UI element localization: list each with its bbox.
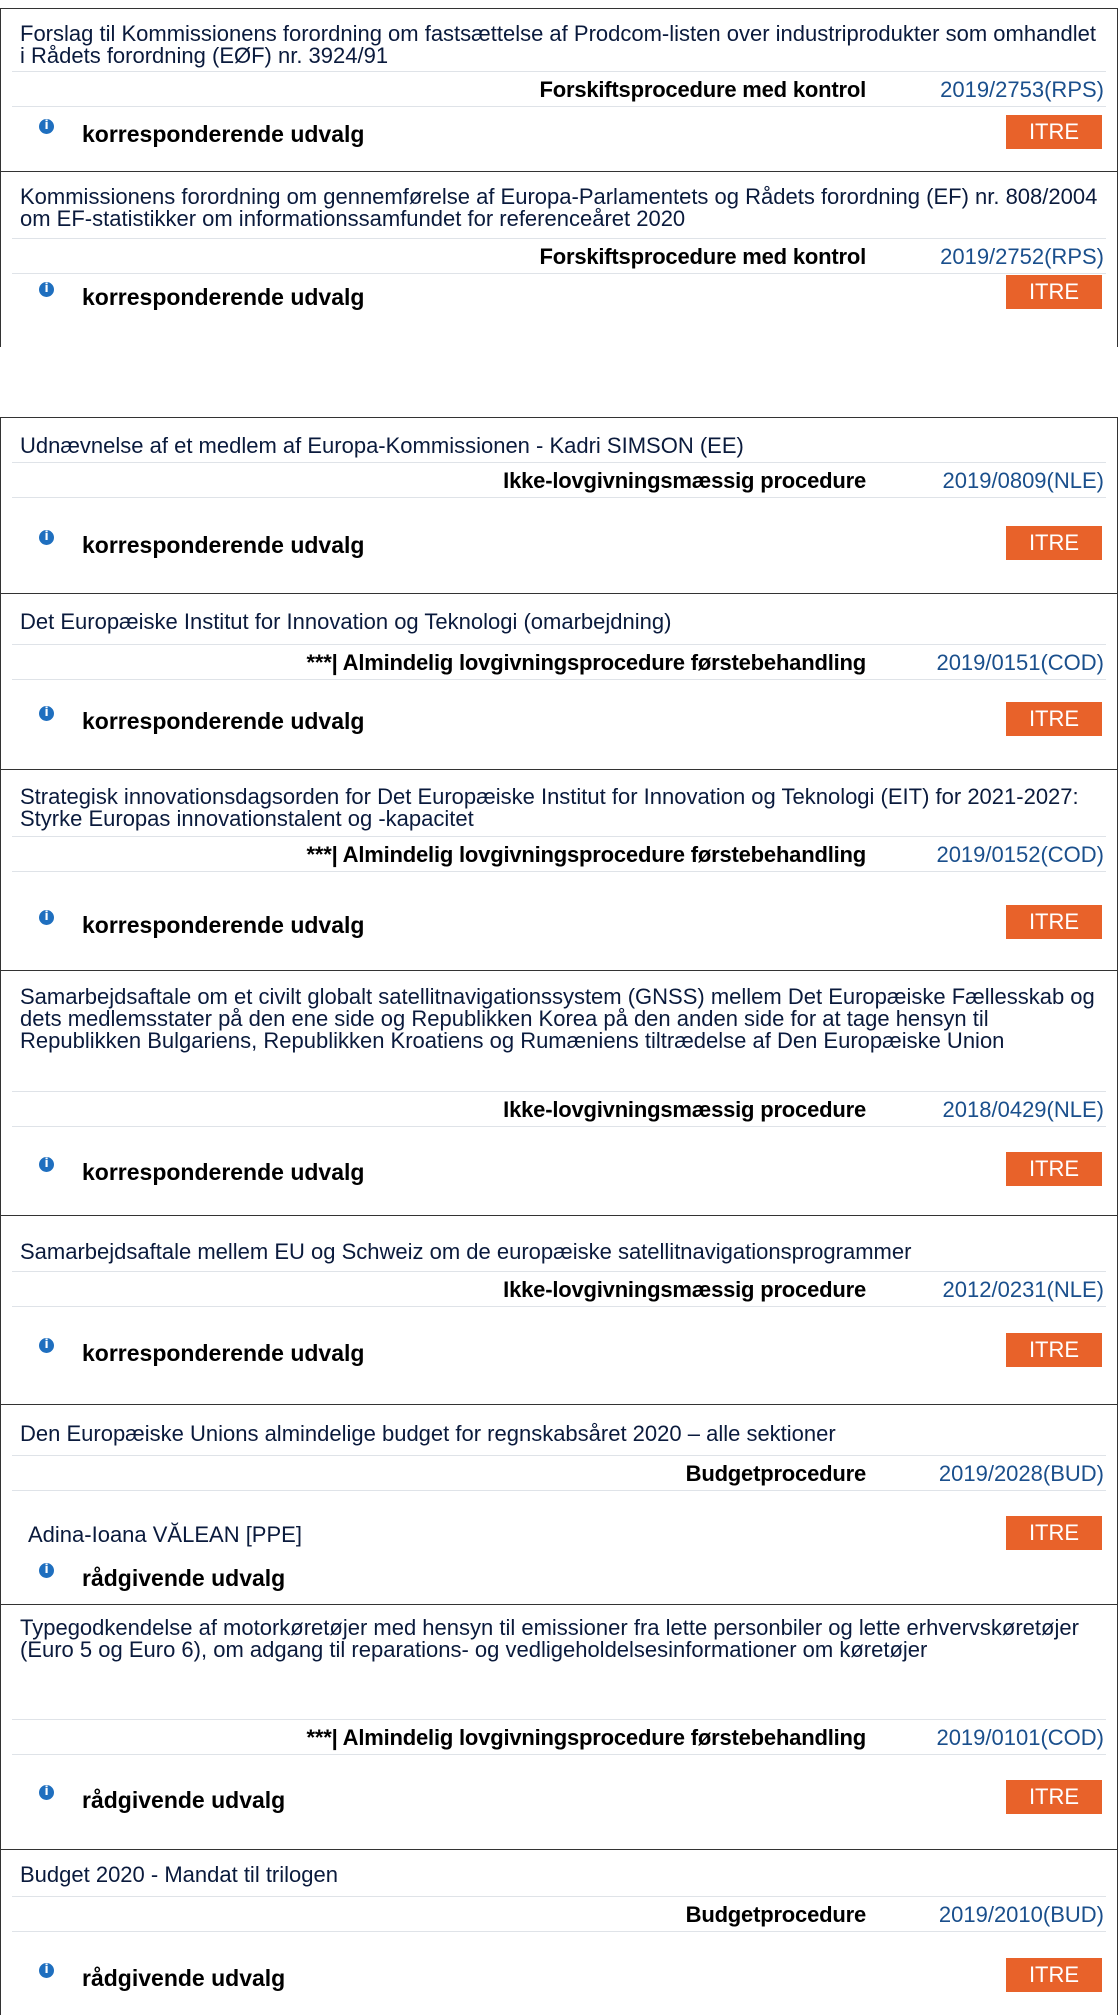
procedure-type: Forskiftsprocedure med kontrol: [539, 244, 866, 269]
list-item: Kommissionens forordning om gennemførels…: [0, 171, 1118, 347]
procedure-reference-link[interactable]: 2019/0152(COD): [936, 842, 1104, 868]
procedure-reference-link[interactable]: 2018/0429(NLE): [943, 1097, 1104, 1123]
procedure-type: ***| Almindelig lovgivningsprocedure før…: [306, 1725, 867, 1750]
procedure-reference-link[interactable]: 2019/0809(NLE): [943, 468, 1104, 494]
procedure-type: Budgetprocedure: [685, 1461, 867, 1486]
committee-badge[interactable]: ITRE: [1006, 526, 1102, 560]
list-item: Det Europæiske Institut for Innovation o…: [0, 593, 1118, 769]
procedure-row: Ikke-lovgivningsmæssig procedure 2018/04…: [12, 1091, 1106, 1127]
procedure-row: Forskiftsprocedure med kontrol 2019/2753…: [12, 71, 1106, 107]
list-item: Udnævnelse af et medlem af Europa-Kommis…: [0, 417, 1118, 594]
committee-role-label: korresponderende udvalg: [82, 912, 365, 938]
procedure-type: Ikke-lovgivningsmæssig procedure: [503, 1097, 866, 1122]
procedure-row: Budgetprocedure 2019/2010(BUD): [12, 1896, 1106, 1932]
entry-title[interactable]: Den Europæiske Unions almindelige budget…: [20, 1423, 1105, 1445]
info-icon[interactable]: [39, 1784, 54, 1800]
entry-title[interactable]: Strategisk innovationsdagsorden for Det …: [20, 786, 1105, 830]
info-icon[interactable]: [39, 281, 54, 297]
entry-title[interactable]: Kommissionens forordning om gennemførels…: [20, 186, 1105, 230]
procedure-row: Forskiftsprocedure med kontrol 2019/2752…: [12, 238, 1106, 274]
list-item: Strategisk innovationsdagsorden for Det …: [0, 769, 1118, 970]
committee-badge[interactable]: ITRE: [1006, 1152, 1102, 1186]
entry-title[interactable]: Forslag til Kommissionens forordning om …: [20, 23, 1105, 67]
committee-badge[interactable]: ITRE: [1006, 275, 1102, 309]
committee-role-label: korresponderende udvalg: [82, 121, 365, 147]
committee-role-label: rådgivende udvalg: [82, 1787, 286, 1813]
procedure-type: ***| Almindelig lovgivningsprocedure før…: [306, 842, 867, 867]
info-icon[interactable]: [39, 118, 54, 134]
procedure-row: ***| Almindelig lovgivningsprocedure før…: [12, 644, 1106, 680]
committee-badge[interactable]: ITRE: [1006, 1780, 1102, 1814]
list-item: Typegodkendelse af motorkøretøjer med he…: [0, 1604, 1118, 1849]
entry-title[interactable]: Typegodkendelse af motorkøretøjer med he…: [20, 1617, 1105, 1661]
committee-role-label: rådgivende udvalg: [82, 1565, 286, 1591]
info-icon[interactable]: [39, 909, 54, 925]
list-item: Samarbejdsaftale om et civilt globalt sa…: [0, 970, 1118, 1215]
committee-role-label: korresponderende udvalg: [82, 708, 365, 734]
entry-title[interactable]: Det Europæiske Institut for Innovation o…: [20, 611, 1105, 633]
committee-role-label: rådgivende udvalg: [82, 1965, 286, 1991]
rapporteur-name[interactable]: Adina-Ioana VĂLEAN [PPE]: [28, 1522, 302, 1548]
procedure-type: Budgetprocedure: [685, 1902, 867, 1927]
procedure-row: ***| Almindelig lovgivningsprocedure før…: [12, 1719, 1106, 1755]
entry-title[interactable]: Budget 2020 - Mandat til trilogen: [20, 1864, 1105, 1886]
list-item: Forslag til Kommissionens forordning om …: [0, 8, 1118, 171]
procedure-reference-link[interactable]: 2012/0231(NLE): [943, 1277, 1104, 1303]
committee-role-label: korresponderende udvalg: [82, 1159, 365, 1185]
procedure-type: ***| Almindelig lovgivningsprocedure før…: [306, 650, 867, 675]
info-icon[interactable]: [39, 1337, 54, 1353]
procedure-row: ***| Almindelig lovgivningsprocedure før…: [12, 836, 1106, 872]
info-icon[interactable]: [39, 1562, 54, 1578]
committee-role-label: korresponderende udvalg: [82, 532, 365, 558]
committee-role-label: korresponderende udvalg: [82, 284, 365, 310]
committee-role-label: korresponderende udvalg: [82, 1340, 365, 1366]
procedure-row: Ikke-lovgivningsmæssig procedure 2019/08…: [12, 462, 1106, 498]
info-icon[interactable]: [39, 529, 54, 545]
procedure-type: Forskiftsprocedure med kontrol: [539, 77, 866, 102]
committee-badge[interactable]: ITRE: [1006, 1958, 1102, 1992]
committee-badge[interactable]: ITRE: [1006, 1333, 1102, 1367]
procedure-row: Budgetprocedure 2019/2028(BUD): [12, 1455, 1106, 1491]
entry-title[interactable]: Samarbejdsaftale om et civilt globalt sa…: [20, 986, 1105, 1052]
committee-badge[interactable]: ITRE: [1006, 1516, 1102, 1550]
procedure-reference-link[interactable]: 2019/0151(COD): [936, 650, 1104, 676]
info-icon[interactable]: [39, 705, 54, 721]
procedure-list: Forslag til Kommissionens forordning om …: [0, 0, 1119, 2015]
committee-badge[interactable]: ITRE: [1006, 905, 1102, 939]
procedure-reference-link[interactable]: 2019/0101(COD): [936, 1725, 1104, 1751]
list-item: Den Europæiske Unions almindelige budget…: [0, 1404, 1118, 1604]
entry-title[interactable]: Samarbejdsaftale mellem EU og Schweiz om…: [20, 1241, 1105, 1263]
procedure-reference-link[interactable]: 2019/2753(RPS): [940, 77, 1104, 103]
info-icon[interactable]: [39, 1156, 54, 1172]
procedure-reference-link[interactable]: 2019/2010(BUD): [939, 1902, 1104, 1928]
entry-title[interactable]: Udnævnelse af et medlem af Europa-Kommis…: [20, 435, 1105, 457]
committee-badge[interactable]: ITRE: [1006, 702, 1102, 736]
procedure-reference-link[interactable]: 2019/2028(BUD): [939, 1461, 1104, 1487]
procedure-type: Ikke-lovgivningsmæssig procedure: [503, 468, 866, 493]
procedure-row: Ikke-lovgivningsmæssig procedure 2012/02…: [12, 1271, 1106, 1307]
info-icon[interactable]: [39, 1962, 54, 1978]
procedure-type: Ikke-lovgivningsmæssig procedure: [503, 1277, 866, 1302]
list-item: Budget 2020 - Mandat til trilogen Budget…: [0, 1849, 1118, 2015]
committee-badge[interactable]: ITRE: [1006, 115, 1102, 149]
procedure-reference-link[interactable]: 2019/2752(RPS): [940, 244, 1104, 270]
list-item: Samarbejdsaftale mellem EU og Schweiz om…: [0, 1215, 1118, 1404]
